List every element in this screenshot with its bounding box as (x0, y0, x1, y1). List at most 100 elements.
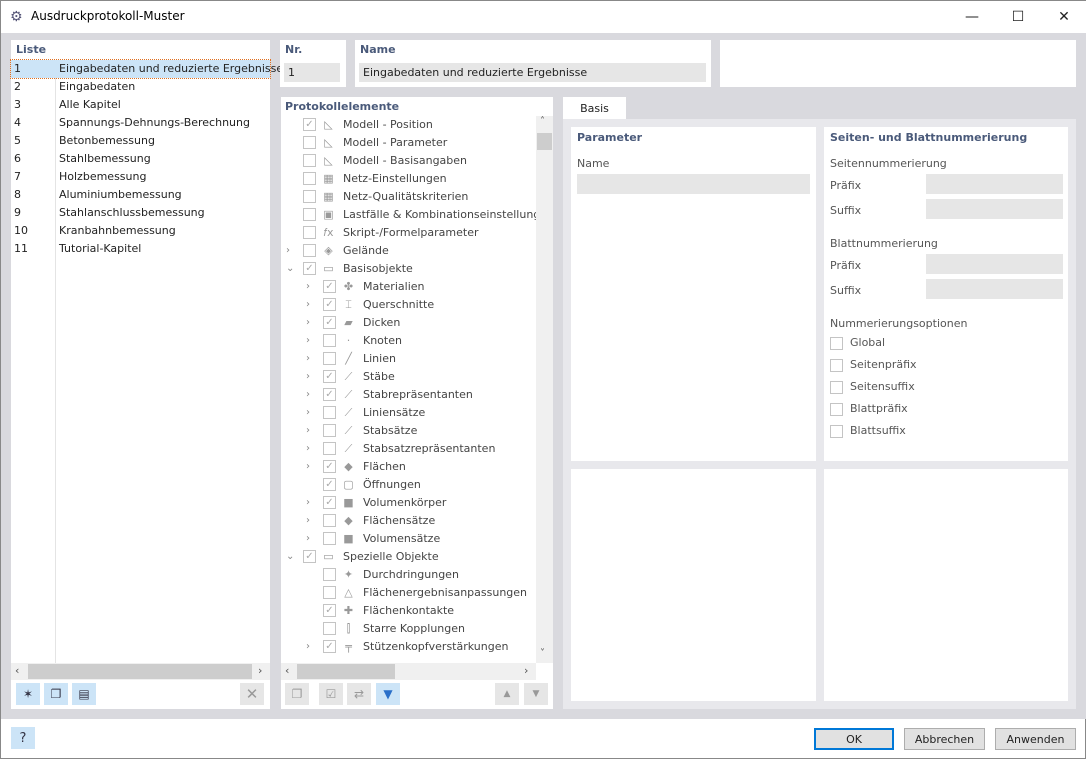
tree-item-checkbox[interactable] (303, 136, 316, 149)
chevron-right-icon[interactable]: › (306, 440, 310, 458)
chevron-down-icon[interactable]: ⌄ (286, 260, 294, 278)
chevron-right-icon[interactable]: › (306, 368, 310, 386)
tree-item[interactable]: › ⟋ Liniensätze (281, 404, 536, 422)
tree-item[interactable]: › · Knoten (281, 332, 536, 350)
option-checkbox[interactable] (830, 403, 843, 416)
tree-item-checkbox[interactable]: ✓ (303, 118, 316, 131)
scroll-right-icon[interactable]: › (258, 664, 262, 677)
tree-item-checkbox[interactable] (323, 352, 336, 365)
maximize-button[interactable]: ☐ (995, 1, 1041, 33)
scroll-up-icon[interactable]: ˄ (540, 116, 545, 127)
tree-item[interactable]: › ⟋ Stabsatzrepräsentanten (281, 440, 536, 458)
tree-item-checkbox[interactable]: ✓ (323, 640, 336, 653)
close-button[interactable]: ✕ (1041, 1, 1086, 33)
tree-item[interactable]: › ✓ ⟋ Stäbe (281, 368, 536, 386)
list-item[interactable]: 2 Eingabedaten (11, 78, 270, 96)
tree-item[interactable]: ⌄ ✓ ▭ Spezielle Objekte (281, 548, 536, 566)
tree-item-checkbox[interactable] (323, 586, 336, 599)
option-checkbox[interactable] (830, 425, 843, 438)
chevron-right-icon[interactable]: › (306, 296, 310, 314)
scroll-left-icon[interactable]: ‹ (285, 664, 289, 677)
import-template-button[interactable]: ▤ (72, 683, 96, 705)
scroll-down-icon[interactable]: ˅ (540, 648, 545, 659)
chevron-right-icon[interactable]: › (286, 242, 290, 260)
chevron-right-icon[interactable]: › (306, 332, 310, 350)
tree-item-checkbox[interactable]: ✓ (323, 604, 336, 617)
tree-item-checkbox[interactable] (303, 208, 316, 221)
tree-item[interactable]: ✓ ✚ Flächenkontakte (281, 602, 536, 620)
list-item[interactable]: 11 Tutorial-Kapitel (11, 240, 270, 258)
tree-item[interactable]: ◺ Modell - Basisangaben (281, 152, 536, 170)
tree-item-checkbox[interactable]: ✓ (303, 550, 316, 563)
scroll-thumb[interactable] (28, 664, 252, 679)
chevron-down-icon[interactable]: ⌄ (286, 548, 294, 566)
tree-item[interactable]: ⫿ Starre Kopplungen (281, 620, 536, 638)
tree-item-checkbox[interactable] (323, 442, 336, 455)
chevron-right-icon[interactable]: › (306, 350, 310, 368)
tree-item[interactable]: › ✓ ▰ Dicken (281, 314, 536, 332)
tree-item-checkbox[interactable] (303, 172, 316, 185)
chevron-right-icon[interactable]: › (306, 530, 310, 548)
tree-item[interactable]: › ✓ ✤ Materialien (281, 278, 536, 296)
chevron-right-icon[interactable]: › (306, 512, 310, 530)
apply-button[interactable]: Anwenden (995, 728, 1076, 750)
minimize-button[interactable]: — (949, 1, 995, 33)
sheet-suffix-input[interactable] (926, 279, 1063, 299)
tree-item[interactable]: › ◈ Gelände (281, 242, 536, 260)
new-template-button[interactable]: ✶ (16, 683, 40, 705)
scroll-thumb[interactable] (297, 664, 395, 679)
chevron-right-icon[interactable]: › (306, 458, 310, 476)
ok-button[interactable]: OK (814, 728, 894, 750)
tree-item-checkbox[interactable] (323, 424, 336, 437)
tree-item-checkbox[interactable] (323, 514, 336, 527)
tree-item[interactable]: › ✓ ◆ Flächen (281, 458, 536, 476)
page-suffix-input[interactable] (926, 199, 1063, 219)
tree-item-checkbox[interactable]: ✓ (323, 316, 336, 329)
list-item[interactable]: 6 Stahlbemessung (11, 150, 270, 168)
list-item[interactable]: 4 Spannungs-Dehnungs-Berechnung (11, 114, 270, 132)
move-up-button[interactable]: ▲ (495, 683, 519, 705)
chevron-right-icon[interactable]: › (306, 494, 310, 512)
tree-item-checkbox[interactable]: ✓ (323, 298, 336, 311)
tree-item-checkbox[interactable] (303, 226, 316, 239)
tree-item-checkbox[interactable]: ✓ (323, 370, 336, 383)
tree-item-checkbox[interactable]: ✓ (323, 496, 336, 509)
tree-item[interactable]: ◺ Modell - Parameter (281, 134, 536, 152)
chevron-right-icon[interactable]: › (306, 314, 310, 332)
chevron-right-icon[interactable]: › (306, 278, 310, 296)
list-item[interactable]: 7 Holzbemessung (11, 168, 270, 186)
tree-item-checkbox[interactable]: ✓ (323, 478, 336, 491)
chevron-right-icon[interactable]: › (306, 386, 310, 404)
list-item[interactable]: 9 Stahlanschlussbemessung (11, 204, 270, 222)
tree-item-checkbox[interactable] (323, 406, 336, 419)
delete-button[interactable]: ✕ (240, 683, 264, 705)
option-checkbox[interactable] (830, 337, 843, 350)
move-down-button[interactable]: ▼ (524, 683, 548, 705)
tree-item-checkbox[interactable]: ✓ (323, 280, 336, 293)
copy-template-button[interactable]: ❐ (44, 683, 68, 705)
chevron-right-icon[interactable]: › (306, 638, 310, 656)
tree-item-checkbox[interactable] (323, 532, 336, 545)
scroll-thumb[interactable] (537, 133, 552, 150)
tree-item[interactable]: ▦ Netz-Qualitätskriterien (281, 188, 536, 206)
list-item[interactable]: 1 Eingabedaten und reduzierte Ergebnisse (10, 59, 283, 79)
tree-vscrollbar[interactable]: ˄ ˅ (536, 116, 553, 663)
tab-basis[interactable]: Basis (563, 97, 626, 120)
filter-button[interactable]: ▼ (376, 683, 400, 705)
tree-item-checkbox[interactable] (323, 334, 336, 347)
page-prefix-input[interactable] (926, 174, 1063, 194)
tree-item-checkbox[interactable] (323, 622, 336, 635)
option-checkbox[interactable] (830, 381, 843, 394)
name-input[interactable]: Eingabedaten und reduzierte Ergebnisse (359, 63, 706, 82)
tree-item-checkbox[interactable]: ✓ (323, 388, 336, 401)
toggle-check-button[interactable]: ⇄ (347, 683, 371, 705)
cancel-button[interactable]: Abbrechen (904, 728, 985, 750)
tree-item-checkbox[interactable]: ✓ (323, 460, 336, 473)
list-item[interactable]: 8 Aluminiumbemessung (11, 186, 270, 204)
tree-item[interactable]: ▦ Netz-Einstellungen (281, 170, 536, 188)
tree-item[interactable]: › ◆ Flächensätze (281, 512, 536, 530)
tree-item[interactable]: › ⟋ Stabsätze (281, 422, 536, 440)
name-param-input[interactable] (577, 174, 810, 194)
tree-item-checkbox[interactable] (303, 154, 316, 167)
tree-item[interactable]: › ■ Volumensätze (281, 530, 536, 548)
